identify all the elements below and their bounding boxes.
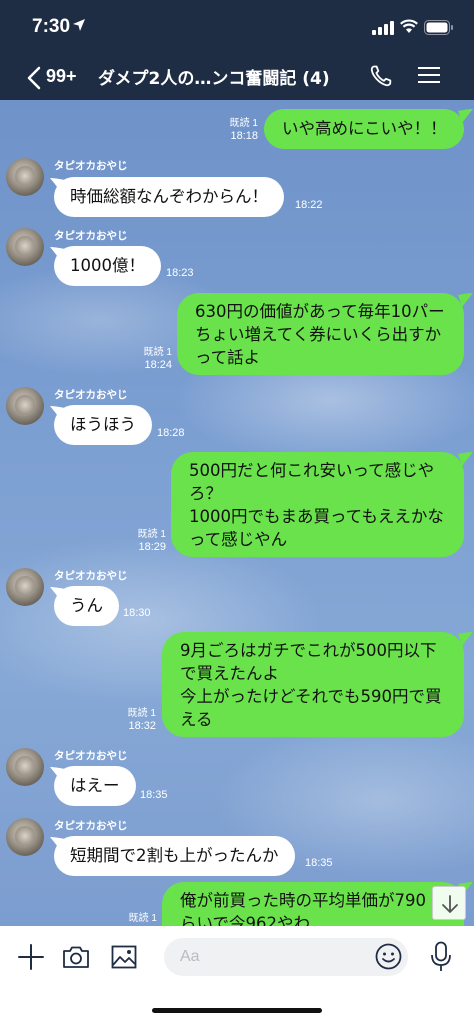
plus-icon[interactable] <box>17 943 45 971</box>
bubble-tail <box>458 632 473 646</box>
chat-area[interactable]: 既読 1 18:18 いや高めにこいや！！ タピオカおやじ 時価総額なんぞわから… <box>0 100 474 926</box>
message-bubble-received[interactable]: 1000億！ <box>54 246 161 286</box>
message-text: いや高めにこいや！！ <box>282 119 447 138</box>
message-time: 18:35 <box>305 857 333 869</box>
home-indicator <box>152 1008 322 1013</box>
battery-icon <box>424 20 453 35</box>
read-receipt: 既読 1 <box>127 708 156 719</box>
sender-name: タピオカおやじ <box>54 750 128 762</box>
scroll-to-bottom-button[interactable] <box>432 886 466 920</box>
back-button[interactable]: 99+ <box>26 62 88 92</box>
message-text: 500円だと何これ安いって感じや <box>189 461 435 480</box>
message-time: 18:23 <box>166 267 194 279</box>
message-time: 18:32 <box>128 720 156 732</box>
message-time: 18:35 <box>140 789 168 801</box>
sender-name: タピオカおやじ <box>54 389 128 401</box>
message-time: 18:24 <box>144 359 172 371</box>
message-text: 今上がったけどそれでも590円で買 <box>180 687 442 706</box>
wifi-icon <box>400 19 418 33</box>
read-receipt: 既読 1 <box>128 913 157 924</box>
sender-name: タピオカおやじ <box>54 160 128 172</box>
arrow-down-icon <box>442 895 458 913</box>
message-meta: 既読 1 18:29 <box>126 528 166 554</box>
message-text: 短期間で2割も上がったんか <box>70 846 279 865</box>
message-text: 9月ごろはガチでこれが500円以下 <box>180 641 437 660</box>
message-bubble-received[interactable]: 時価総額なんぞわからん！ <box>54 177 284 217</box>
message-text: 1000円でもまあ買ってもええかな <box>189 507 444 526</box>
avatar[interactable] <box>6 387 44 425</box>
message-bubble-sent[interactable]: 630円の価値があって毎年10パー ちょい増えてく券にいくら出すか って話よ <box>177 293 464 375</box>
message-meta: 既読 1 <box>117 912 157 925</box>
message-time: 18:28 <box>157 427 185 439</box>
message-bubble-sent[interactable]: 俺が前買った時の平均単価が790 らいで今962やわ <box>162 882 464 926</box>
status-time: 7:30 <box>32 16 71 37</box>
message-bubble-sent[interactable]: 500円だと何これ安いって感じや ろ？ 1000円でもまあ買ってもええかな って… <box>171 452 464 557</box>
message-text: らいで今962やわ <box>180 914 310 926</box>
menu-icon[interactable] <box>418 66 440 84</box>
message-text: ろ？ <box>189 484 222 503</box>
message-time: 18:30 <box>123 607 151 619</box>
avatar[interactable] <box>6 228 44 266</box>
image-icon[interactable] <box>111 945 137 969</box>
message-input[interactable] <box>164 938 408 976</box>
read-receipt: 既読 1 <box>143 347 172 358</box>
message-bubble-received[interactable]: ほうほう <box>54 405 152 445</box>
message-text: 630円の価値があって毎年10パー <box>195 302 445 321</box>
chat-header: 99+ ダメプ2人の…ンコ奮闘記 (4) <box>0 56 474 100</box>
message-text: える <box>180 710 213 729</box>
camera-icon[interactable] <box>62 945 90 969</box>
avatar[interactable] <box>6 748 44 786</box>
signal-icon <box>372 21 394 35</box>
unread-count: 99+ <box>46 66 77 86</box>
sender-name: タピオカおやじ <box>54 570 128 582</box>
avatar[interactable] <box>6 568 44 606</box>
location-arrow-icon <box>73 19 85 31</box>
message-meta: 既読 1 18:24 <box>132 346 172 372</box>
message-text: って話よ <box>195 348 261 367</box>
sender-name: タピオカおやじ <box>54 820 128 832</box>
read-receipt: 既読 1 <box>229 118 258 129</box>
message-bubble-sent[interactable]: いや高めにこいや！！ <box>264 109 464 149</box>
phone-icon[interactable] <box>369 64 393 88</box>
message-time: 18:29 <box>138 541 166 553</box>
message-text: ほうほう <box>70 415 136 434</box>
sender-name: タピオカおやじ <box>54 230 128 242</box>
chat-title: ダメプ2人の…ンコ奮闘記 (4) <box>98 69 330 89</box>
avatar[interactable] <box>6 818 44 856</box>
bubble-tail <box>458 452 473 466</box>
mic-icon[interactable] <box>430 941 452 973</box>
message-text: 1000億！ <box>70 256 145 275</box>
message-text: 時価総額なんぞわからん！ <box>70 187 268 206</box>
message-bubble-received[interactable]: うん <box>54 586 119 626</box>
message-meta: 既読 1 18:32 <box>116 707 156 733</box>
message-meta: 既読 1 18:18 <box>218 117 258 143</box>
message-bubble-received[interactable]: はえー <box>54 766 136 806</box>
message-text: はえー <box>70 776 120 795</box>
bubble-tail <box>458 109 473 123</box>
message-time: 18:18 <box>230 130 258 142</box>
read-receipt: 既読 1 <box>137 529 166 540</box>
message-bubble-received[interactable]: 短期間で2割も上がったんか <box>54 836 295 876</box>
avatar[interactable] <box>6 158 44 196</box>
message-time: 18:22 <box>295 199 323 211</box>
emoji-icon[interactable] <box>375 943 402 970</box>
message-text: で買えたんよ <box>180 664 279 683</box>
message-text: ちょい増えてく券にいくら出すか <box>195 325 442 344</box>
status-bar: 7:30 <box>0 0 474 56</box>
bubble-tail <box>458 293 473 307</box>
message-text: って感じやん <box>189 530 288 549</box>
message-text: うん <box>70 596 103 615</box>
message-text: 俺が前買った時の平均単価が790 <box>180 891 426 910</box>
chevron-left-icon <box>27 66 41 90</box>
message-bubble-sent[interactable]: 9月ごろはガチでこれが500円以下 で買えたんよ 今上がったけどそれでも590円… <box>162 632 464 737</box>
